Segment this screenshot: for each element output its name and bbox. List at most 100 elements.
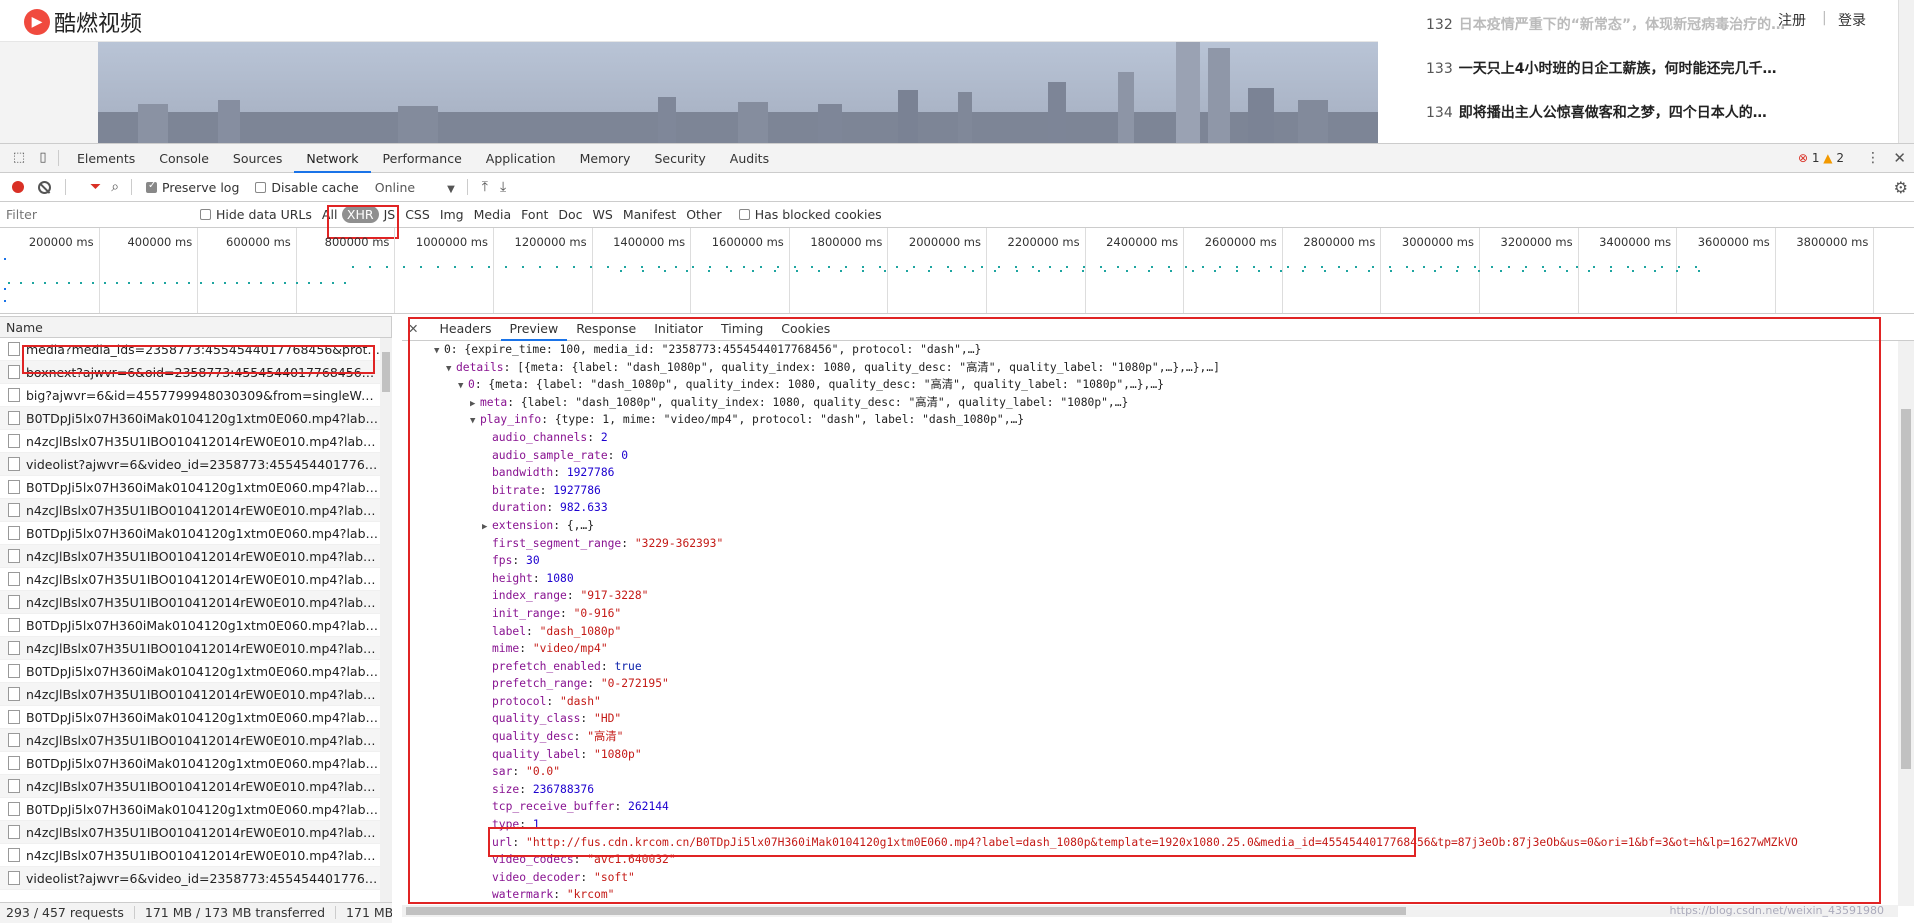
request-row[interactable]: n4zcJlBslx07H35U1IBO010412014rEW0E010.mp… bbox=[0, 729, 380, 752]
timeline-activity-dot bbox=[1100, 266, 1102, 268]
request-name: B0TDpJi5lx07H360iMak0104120g1xtm0E060.mp… bbox=[26, 663, 380, 679]
request-row[interactable]: B0TDpJi5lx07H360iMak0104120g1xtm0E060.mp… bbox=[0, 476, 380, 499]
tab-sources[interactable]: Sources bbox=[221, 144, 294, 173]
timeline-activity-dot bbox=[1192, 270, 1194, 272]
tab-memory[interactable]: Memory bbox=[568, 144, 643, 173]
timeline-activity-dot bbox=[403, 266, 405, 268]
file-icon bbox=[8, 687, 20, 701]
news-item[interactable]: 133 一天只上4小时班的日企工薪族，何时能还完几千… bbox=[1426, 58, 1776, 78]
tab-network[interactable]: Network bbox=[294, 144, 371, 173]
request-row[interactable]: n4zcJlBslx07H35U1IBO010412014rEW0E010.mp… bbox=[0, 821, 380, 844]
request-row[interactable]: B0TDpJi5lx07H360iMak0104120g1xtm0E060.mp… bbox=[0, 614, 380, 637]
request-row[interactable]: B0TDpJi5lx07H360iMak0104120g1xtm0E060.mp… bbox=[0, 407, 380, 430]
preserve-log-checkbox[interactable]: Preserve log bbox=[146, 180, 239, 195]
has-blocked-cookies-checkbox[interactable]: Has blocked cookies bbox=[738, 207, 882, 222]
request-row[interactable]: n4zcJlBslx07H35U1IBO010412014rEW0E010.mp… bbox=[0, 430, 380, 453]
timeline-activity-dot bbox=[224, 282, 226, 284]
more-options-icon[interactable]: ⋮ bbox=[1866, 150, 1880, 166]
request-row[interactable]: B0TDpJi5lx07H360iMak0104120g1xtm0E060.mp… bbox=[0, 522, 380, 545]
type-filter-other[interactable]: Other bbox=[681, 206, 727, 223]
timeline-activity-dot bbox=[260, 282, 262, 284]
inspect-element-icon[interactable]: ⬚ bbox=[10, 149, 28, 167]
tab-audits[interactable]: Audits bbox=[718, 144, 781, 173]
type-filter-media[interactable]: Media bbox=[469, 206, 517, 223]
timeline-activity-dot bbox=[1576, 266, 1578, 268]
request-name: n4zcJlBslx07H35U1IBO010412014rEW0E010.mp… bbox=[26, 732, 380, 748]
request-row[interactable]: videolist?ajwvr=6&video_id=2358773:45545… bbox=[0, 453, 380, 476]
timeline-activity-dot bbox=[686, 270, 688, 272]
type-filter-ws[interactable]: WS bbox=[588, 206, 618, 223]
request-list-scrollbar[interactable] bbox=[380, 338, 392, 902]
file-icon bbox=[8, 779, 20, 793]
request-row[interactable]: n4zcJlBslx07H35U1IBO010412014rEW0E010.mp… bbox=[0, 844, 380, 867]
request-row[interactable]: B0TDpJi5lx07H360iMak0104120g1xtm0E060.mp… bbox=[0, 660, 380, 683]
timeline-activity-dot bbox=[488, 266, 490, 268]
timeline-activity-dot bbox=[1346, 270, 1348, 272]
timeline-activity-dot bbox=[1474, 266, 1476, 268]
type-filter-doc[interactable]: Doc bbox=[553, 206, 587, 223]
device-toolbar-icon[interactable]: ▯ bbox=[34, 149, 52, 167]
type-filter-font[interactable]: Font bbox=[516, 206, 553, 223]
hide-data-urls-checkbox[interactable]: Hide data URLs bbox=[200, 207, 312, 222]
issues-counter[interactable]: ⊗ 1 ▲ 2 bbox=[1798, 151, 1844, 165]
request-row[interactable]: videolist?ajwvr=6&video_id=2358773:45545… bbox=[0, 867, 380, 890]
close-icon[interactable]: ✕ bbox=[1893, 149, 1906, 167]
request-row[interactable]: n4zcJlBslx07H35U1IBO010412014rEW0E010.mp… bbox=[0, 568, 380, 591]
scroll-thumb[interactable] bbox=[382, 352, 390, 392]
request-name: n4zcJlBslx07H35U1IBO010412014rEW0E010.mp… bbox=[26, 778, 380, 794]
register-link[interactable]: 注册 bbox=[1778, 10, 1806, 30]
request-name: B0TDpJi5lx07H360iMak0104120g1xtm0E060.mp… bbox=[26, 617, 380, 633]
settings-gear-icon[interactable]: ⚙ bbox=[1894, 178, 1908, 197]
timeline-activity-dot bbox=[1434, 270, 1436, 272]
record-icon[interactable] bbox=[12, 181, 24, 193]
filter-input[interactable] bbox=[6, 204, 190, 225]
tab-application[interactable]: Application bbox=[474, 144, 568, 173]
timeline-activity-dot bbox=[658, 266, 660, 268]
request-row[interactable]: n4zcJlBslx07H35U1IBO010412014rEW0E010.mp… bbox=[0, 637, 380, 660]
search-icon[interactable]: ⌕ bbox=[111, 179, 119, 195]
type-filter-img[interactable]: Img bbox=[435, 206, 469, 223]
request-rows: media?media_ids=2358773:4554544017768456… bbox=[0, 338, 380, 902]
request-row[interactable]: n4zcJlBslx07H35U1IBO010412014rEW0E010.mp… bbox=[0, 683, 380, 706]
throttling-select[interactable]: Online ▼ bbox=[375, 180, 455, 195]
request-row[interactable]: B0TDpJi5lx07H360iMak0104120g1xtm0E060.mp… bbox=[0, 798, 380, 821]
timeline-activity-dot bbox=[369, 266, 371, 268]
page-scrollbar[interactable] bbox=[1898, 0, 1914, 143]
timeline-overview[interactable]: 200000 ms 400000 ms 600000 ms 800000 ms 1000… bbox=[0, 228, 1914, 314]
request-row[interactable]: n4zcJlBslx07H35U1IBO010412014rEW0E010.mp… bbox=[0, 591, 380, 614]
news-item[interactable]: 132 日本疫情严重下的“新常态”，体现新冠病毒治疗的… bbox=[1426, 14, 1785, 34]
timeline-activity-dot bbox=[556, 266, 558, 268]
tab-elements[interactable]: Elements bbox=[65, 144, 147, 173]
filter-icon[interactable]: ⏷ bbox=[90, 179, 101, 195]
export-har-icon[interactable]: ⤓ bbox=[500, 179, 506, 195]
scroll-thumb[interactable] bbox=[406, 907, 1406, 915]
request-row[interactable]: n4zcJlBslx07H35U1IBO010412014rEW0E010.mp… bbox=[0, 545, 380, 568]
timeline-activity-dot bbox=[862, 270, 864, 272]
preview-scrollbar[interactable] bbox=[1898, 341, 1914, 906]
timeline-activity-dot bbox=[4, 300, 6, 302]
chevron-down-icon: ▼ bbox=[447, 183, 455, 195]
request-row[interactable]: B0TDpJi5lx07H360iMak0104120g1xtm0E060.mp… bbox=[0, 752, 380, 775]
site-logo[interactable]: ▶ 酷燃视频 bbox=[24, 6, 142, 38]
tab-performance[interactable]: Performance bbox=[371, 144, 474, 173]
disable-cache-checkbox[interactable]: Disable cache bbox=[255, 180, 359, 195]
news-item[interactable]: 134 即将播出主人公惊喜做客和之梦，四个日本人的… bbox=[1426, 102, 1767, 122]
request-row[interactable]: n4zcJlBslx07H35U1IBO010412014rEW0E010.mp… bbox=[0, 499, 380, 522]
type-filter-manifest[interactable]: Manifest bbox=[618, 206, 681, 223]
timeline-activity-dot bbox=[709, 266, 711, 268]
clear-icon[interactable] bbox=[38, 180, 51, 194]
import-har-icon[interactable]: ⤒ bbox=[482, 179, 488, 195]
file-icon bbox=[8, 503, 20, 517]
request-row[interactable]: big?ajwvr=6&id=4557799948030309&from=sin… bbox=[0, 384, 380, 407]
scroll-thumb[interactable] bbox=[1901, 409, 1911, 769]
timeline-activity-dot bbox=[1654, 270, 1656, 272]
type-filter-css[interactable]: CSS bbox=[400, 206, 435, 223]
request-row[interactable]: n4zcJlBslx07H35U1IBO010412014rEW0E010.mp… bbox=[0, 775, 380, 798]
name-column-header[interactable]: Name bbox=[0, 316, 391, 338]
request-row[interactable]: B0TDpJi5lx07H360iMak0104120g1xtm0E060.mp… bbox=[0, 706, 380, 729]
file-icon bbox=[8, 572, 20, 586]
tab-console[interactable]: Console bbox=[147, 144, 221, 173]
login-link[interactable]: 登录 bbox=[1838, 10, 1866, 30]
timeline-activity-dot bbox=[1661, 266, 1663, 268]
tab-security[interactable]: Security bbox=[642, 144, 717, 173]
